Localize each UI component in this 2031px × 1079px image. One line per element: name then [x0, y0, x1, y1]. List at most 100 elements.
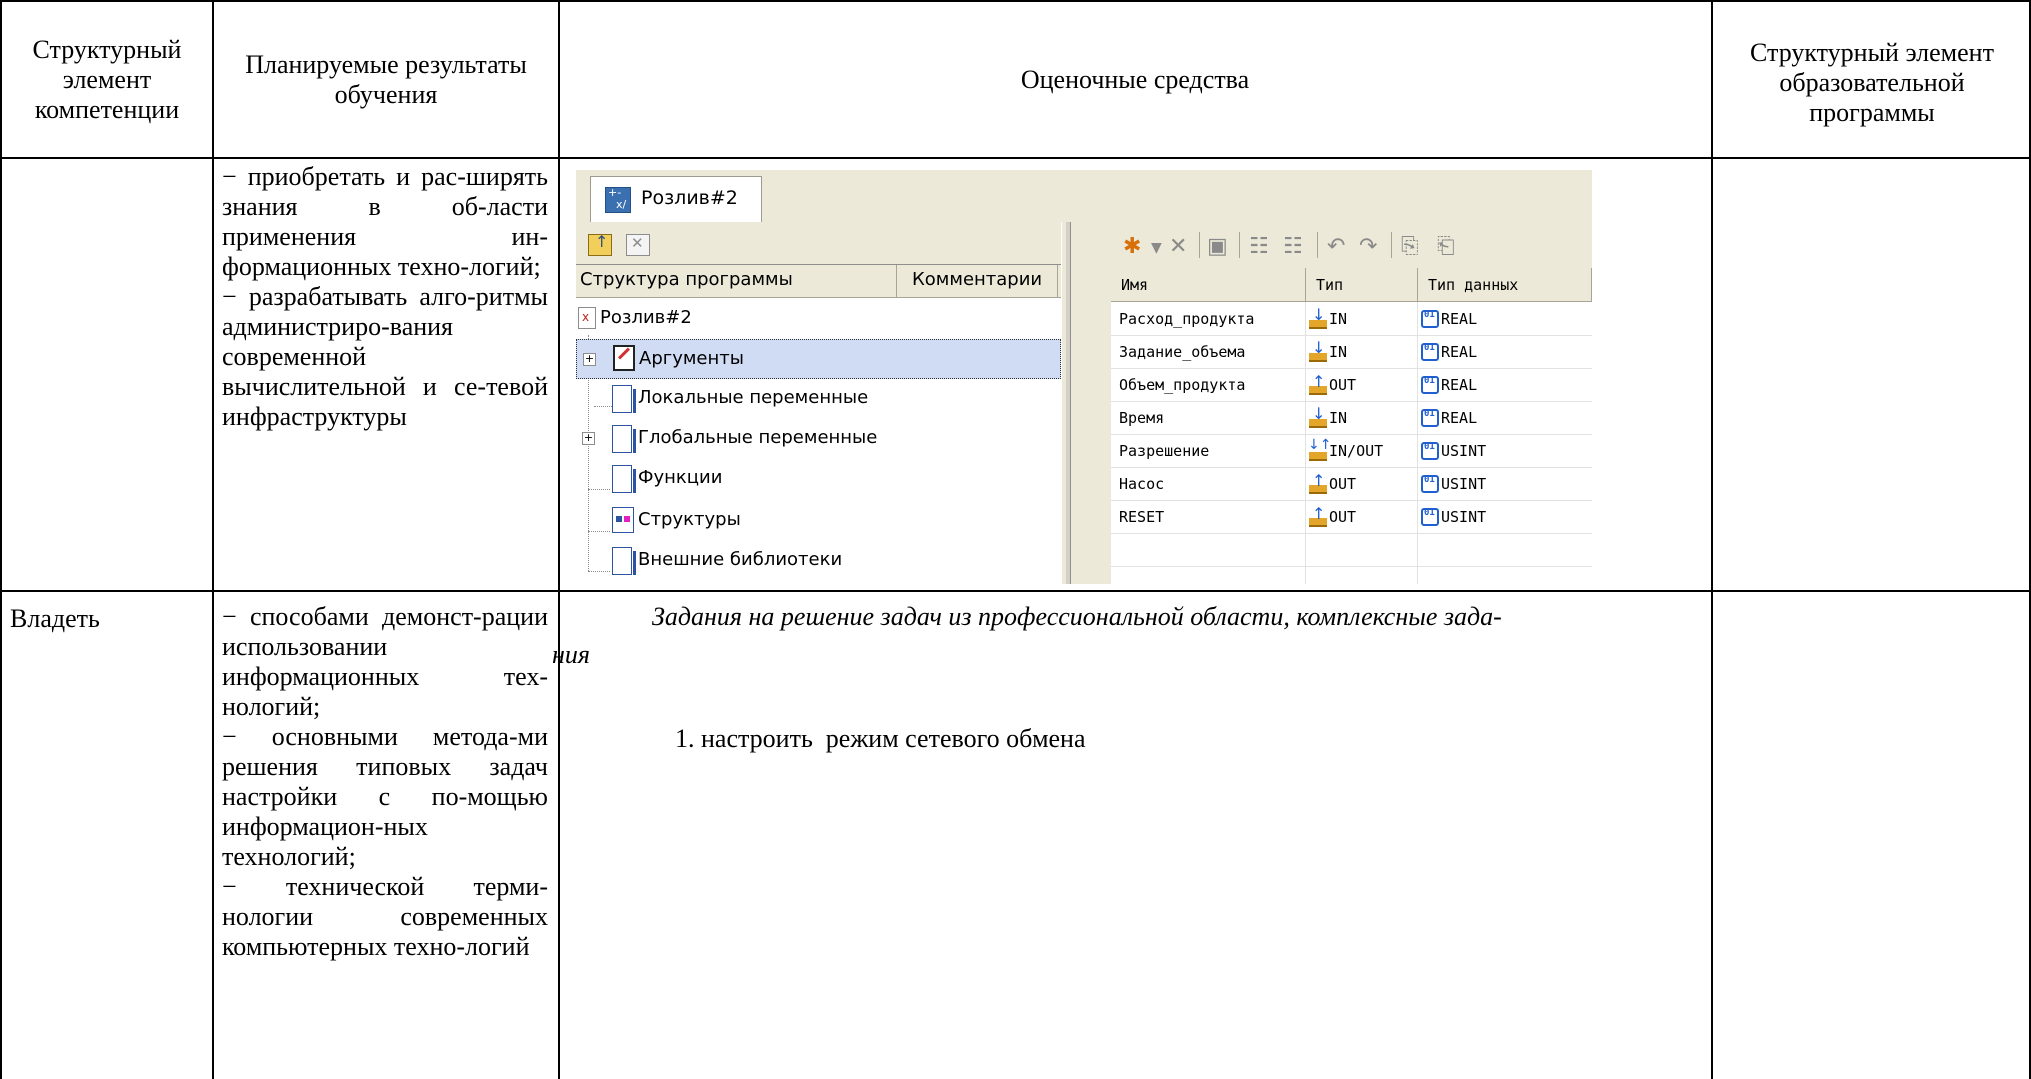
tab-program-label: Розлив#2 [641, 187, 738, 209]
folder-up-icon[interactable] [588, 232, 612, 256]
output-arrow-icon [1309, 504, 1327, 527]
undo-icon[interactable]: ↶ [1327, 234, 1345, 259]
copy-icon[interactable]: ⎘ [1401, 234, 1419, 259]
tree-item-root[interactable]: Розлив#2 [576, 299, 1061, 339]
header-program-element: Структурный элемент образовательной прог… [1718, 8, 2026, 158]
grid-row-line [1111, 533, 1592, 534]
move-down-icon[interactable]: ☷ [1283, 234, 1303, 259]
variables-pane: ✱ ▼ ✕ ▣ ☷ ☷ ↶ ↷ ⎘ ⎗ Имя Тип Тип данных Р… [1071, 222, 1592, 584]
tree-item-external-libraries[interactable]: Внешние библиотеки [576, 541, 1061, 581]
toolbar-separator [1317, 232, 1318, 258]
column-header-name[interactable]: Имя [1111, 268, 1306, 302]
output-arrow-icon [1309, 471, 1327, 494]
pane-splitter[interactable] [1061, 222, 1071, 584]
variable-name: Насос [1119, 475, 1165, 493]
result-item: − способами демонст-рации использовании … [222, 602, 548, 721]
inout-arrow-icon [1308, 437, 1331, 461]
task-item-text: 1. настроить режим сетевого обмена [675, 724, 1086, 753]
tree-item-label: Структуры [638, 509, 741, 530]
expand-icon[interactable]: + [582, 432, 595, 445]
header-assessment-tools: Оценочные средства [562, 60, 1708, 100]
variable-data-type: USINT [1441, 508, 1487, 526]
result-item: − разрабатывать алго-ритмы администриро-… [222, 282, 548, 431]
data-type-icon [1421, 376, 1439, 394]
column-divider-1 [212, 0, 214, 1079]
move-up-icon[interactable]: ☷ [1249, 234, 1269, 259]
program-structure-pane: Структура программы Комментарии Розлив#2… [576, 222, 1061, 584]
variable-data-type: REAL [1441, 409, 1478, 427]
tree-header-structure[interactable]: Структура программы [580, 269, 793, 290]
document-icon [612, 547, 636, 575]
document-icon [612, 385, 636, 413]
tree-header-separator [896, 265, 897, 297]
variable-name: Время [1119, 409, 1165, 427]
variable-data-type: REAL [1441, 343, 1478, 361]
tree-header-separator [1057, 265, 1058, 297]
tree-item-global-variables[interactable]: + Глобальные переменные [576, 419, 1061, 459]
variable-name: Расход_продукта [1119, 310, 1255, 328]
scrollbar[interactable] [1062, 222, 1066, 584]
input-arrow-icon [1309, 404, 1327, 428]
row1-results: − приобретать и рас-ширять знания в об-л… [218, 162, 554, 432]
tree-header-comments[interactable]: Комментарии [912, 269, 1042, 290]
data-type-icon [1421, 310, 1439, 328]
data-type-icon [1421, 409, 1439, 427]
variable-type: IN/OUT [1329, 442, 1384, 460]
column-header-data-type[interactable]: Тип данных [1418, 268, 1592, 302]
document-icon [612, 465, 636, 493]
dropdown-arrow-icon[interactable]: ▼ [1151, 240, 1162, 256]
program-file-icon [578, 307, 596, 329]
redo-icon[interactable]: ↷ [1359, 234, 1377, 259]
table-border-top [0, 0, 2031, 2]
column-divider-3 [1711, 0, 1713, 1079]
expand-icon[interactable]: + [583, 353, 596, 366]
variable-type: OUT [1329, 376, 1357, 394]
grid-row-line [1111, 401, 1592, 402]
arguments-icon [613, 345, 635, 371]
add-variable-icon[interactable]: ✱ [1123, 234, 1141, 259]
variable-data-type: REAL [1441, 376, 1478, 394]
tree-item-label: Внешние библиотеки [638, 549, 843, 570]
task-heading-text: Задания на решение задач из профессионал… [652, 602, 1502, 631]
tree-header: Структура программы Комментарии [576, 265, 1061, 298]
insert-variable-icon[interactable]: ▣ [1207, 234, 1228, 259]
toolbar-separator [1391, 232, 1392, 258]
column-divider-2 [558, 0, 560, 1079]
tab-program[interactable]: Розлив#2 [590, 176, 762, 222]
variable-type: IN [1329, 409, 1348, 427]
row2-competence-element: Владеть [10, 604, 210, 634]
data-type-icon [1421, 343, 1439, 361]
paste-icon[interactable]: ⎗ [1437, 234, 1455, 259]
variable-type: OUT [1329, 475, 1357, 493]
variable-type: OUT [1329, 508, 1357, 526]
header-planned-results: Планируемые результаты обучения [218, 40, 554, 120]
header-program-element-text: Структурный элемент образовательной прог… [1750, 38, 1994, 127]
task-heading-text: ния [552, 640, 590, 669]
program-editor-screenshot: Розлив#2 Структура программы Комментарии… [576, 170, 1592, 584]
variable-data-type: REAL [1441, 310, 1478, 328]
column-header-type[interactable]: Тип [1306, 268, 1418, 302]
delete-icon[interactable] [626, 234, 650, 256]
input-arrow-icon [1309, 338, 1327, 362]
variable-name: Разрешение [1119, 442, 1210, 460]
variable-type: IN [1329, 310, 1348, 328]
tree-item-local-variables[interactable]: Локальные переменные [576, 379, 1061, 419]
data-type-icon [1421, 475, 1439, 493]
variable-type: IN [1329, 343, 1348, 361]
variables-table: Имя Тип Тип данных Расход_продукта IN RE… [1111, 268, 1592, 584]
variable-name: Задание_объема [1119, 343, 1246, 361]
tree-item-structures[interactable]: Структуры [576, 501, 1061, 541]
tree-item-arguments[interactable]: + Аргументы [576, 339, 1061, 379]
result-item: − приобретать и рас-ширять знания в об-л… [222, 162, 548, 281]
tree-item-label: Локальные переменные [638, 387, 869, 408]
program-icon [605, 186, 631, 213]
tree-item-functions[interactable]: Функции [576, 459, 1061, 499]
variable-data-type: USINT [1441, 442, 1487, 460]
row2-results: − способами демонст-рации использовании … [218, 602, 554, 962]
toolbar-separator [1239, 232, 1240, 258]
header-assessment-tools-text: Оценочные средства [1020, 65, 1250, 94]
delete-icon[interactable]: ✕ [1169, 234, 1187, 259]
header-planned-results-text: Планируемые результаты обучения [245, 50, 527, 109]
structures-icon [612, 507, 634, 533]
variable-name: RESET [1119, 508, 1165, 526]
